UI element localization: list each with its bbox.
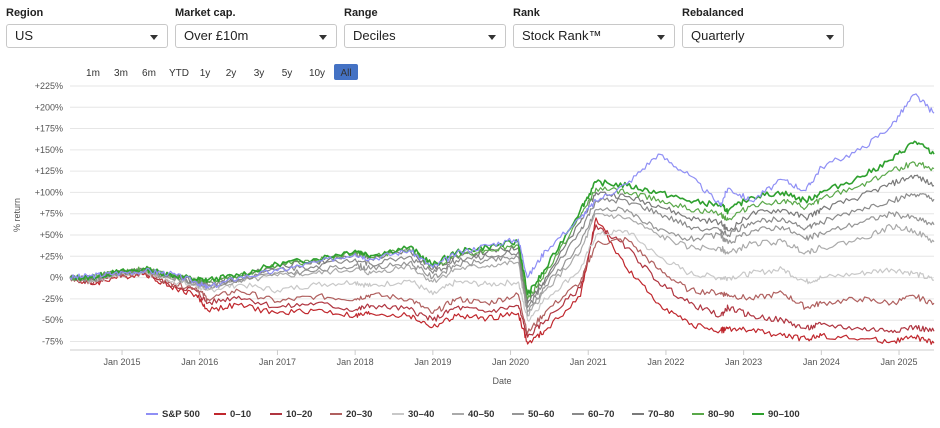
performance-chart: 1m 3m 6m YTD 1y 2y 3y 5y 10y All +225% +200% +175% +1… — [0, 56, 940, 428]
chevron-down-icon — [150, 35, 158, 40]
legend-item-10[interactable]: 90–100 — [768, 409, 800, 420]
y-tick-label: +25% — [40, 251, 63, 261]
legend-item-0[interactable]: S&P 500 — [162, 409, 200, 420]
y-tick-label: +50% — [40, 230, 63, 240]
range-button-1m[interactable]: 1m — [86, 68, 100, 79]
rebalanced-label: Rebalanced — [682, 7, 744, 19]
x-tick-label: Jan 2022 — [647, 357, 684, 367]
legend-item-1[interactable]: 0–10 — [230, 409, 251, 420]
y-tick-label: -25% — [42, 294, 63, 304]
y-tick-label: -50% — [42, 315, 63, 325]
x-tick-label: Jan 2021 — [570, 357, 607, 367]
range-button-2y[interactable]: 2y — [226, 68, 237, 79]
region-select[interactable]: US — [6, 24, 168, 48]
legend-item-2[interactable]: 10–20 — [286, 409, 312, 420]
market-cap-value: Over £10m — [184, 28, 249, 43]
y-tick-label: -75% — [42, 336, 63, 346]
range-button-1y[interactable]: 1y — [200, 68, 211, 79]
market-cap-select[interactable]: Over £10m — [175, 24, 337, 48]
range-button-ytd[interactable]: YTD — [169, 68, 189, 79]
range-button-all[interactable]: All — [340, 68, 351, 79]
region-value: US — [15, 28, 34, 43]
rebalanced-select[interactable]: Quarterly — [682, 24, 844, 48]
legend-item-9[interactable]: 80–90 — [708, 409, 734, 420]
chevron-down-icon — [319, 35, 327, 40]
chart-svg: 1m 3m 6m YTD 1y 2y 3y 5y 10y All +225% +200% +175% +1… — [12, 64, 935, 420]
rank-filter: Rank Stock Rank™ — [513, 6, 675, 48]
y-tick-label: +225% — [35, 81, 63, 91]
legend-item-7[interactable]: 60–70 — [588, 409, 614, 420]
chevron-down-icon — [488, 35, 496, 40]
range-filter: Range Deciles — [344, 6, 506, 48]
range-label: Range — [344, 7, 378, 19]
rank-value: Stock Rank™ — [522, 28, 602, 43]
x-tick-label: Jan 2024 — [803, 357, 840, 367]
range-select[interactable]: Deciles — [344, 24, 506, 48]
legend-item-4[interactable]: 30–40 — [408, 409, 434, 420]
y-tick-label: +75% — [40, 209, 63, 219]
chevron-down-icon — [826, 35, 834, 40]
y-tick-label: +125% — [35, 166, 63, 176]
x-tick-label: Jan 2023 — [725, 357, 762, 367]
filter-bar: Region US Market cap. Over £10m Range De… — [6, 6, 936, 50]
x-tick-label: Jan 2016 — [181, 357, 218, 367]
legend-item-3[interactable]: 20–30 — [346, 409, 372, 420]
x-tick-label: Jan 2015 — [104, 357, 141, 367]
rebalanced-value: Quarterly — [691, 28, 745, 43]
legend-item-8[interactable]: 70–80 — [648, 409, 674, 420]
range-button-3m[interactable]: 3m — [114, 68, 128, 79]
series-line-0 — [69, 93, 935, 290]
x-tick-label: Jan 2019 — [414, 357, 451, 367]
legend-item-5[interactable]: 40–50 — [468, 409, 494, 420]
x-tick-label: Jan 2025 — [881, 357, 918, 367]
range-button-5y[interactable]: 5y — [282, 68, 293, 79]
rank-label: Rank — [513, 7, 540, 19]
x-tick-label: Jan 2018 — [337, 357, 374, 367]
y-axis-title: % return — [12, 198, 22, 232]
x-tick-label: Jan 2020 — [492, 357, 529, 367]
region-label: Region — [6, 7, 44, 19]
chevron-down-icon — [657, 35, 665, 40]
series-line-10 — [69, 140, 935, 296]
market-cap-filter: Market cap. Over £10m — [175, 6, 337, 48]
y-tick-label: +100% — [35, 187, 63, 197]
market-cap-label: Market cap. — [175, 7, 236, 19]
range-button-6m[interactable]: 6m — [142, 68, 156, 79]
range-button-10y[interactable]: 10y — [309, 68, 325, 79]
region-filter: Region US — [6, 6, 168, 48]
series-line-7 — [69, 193, 935, 308]
y-tick-label: +175% — [35, 124, 63, 134]
range-value: Deciles — [353, 28, 396, 43]
y-tick-label: 0% — [50, 273, 63, 283]
y-tick-label: +200% — [35, 102, 63, 112]
y-tick-label: +150% — [35, 145, 63, 155]
x-axis-title: Date — [492, 376, 511, 386]
legend-item-6[interactable]: 50–60 — [528, 409, 554, 420]
rebalanced-filter: Rebalanced Quarterly — [682, 6, 844, 48]
x-tick-label: Jan 2017 — [259, 357, 296, 367]
range-button-3y[interactable]: 3y — [254, 68, 265, 79]
rank-select[interactable]: Stock Rank™ — [513, 24, 675, 48]
